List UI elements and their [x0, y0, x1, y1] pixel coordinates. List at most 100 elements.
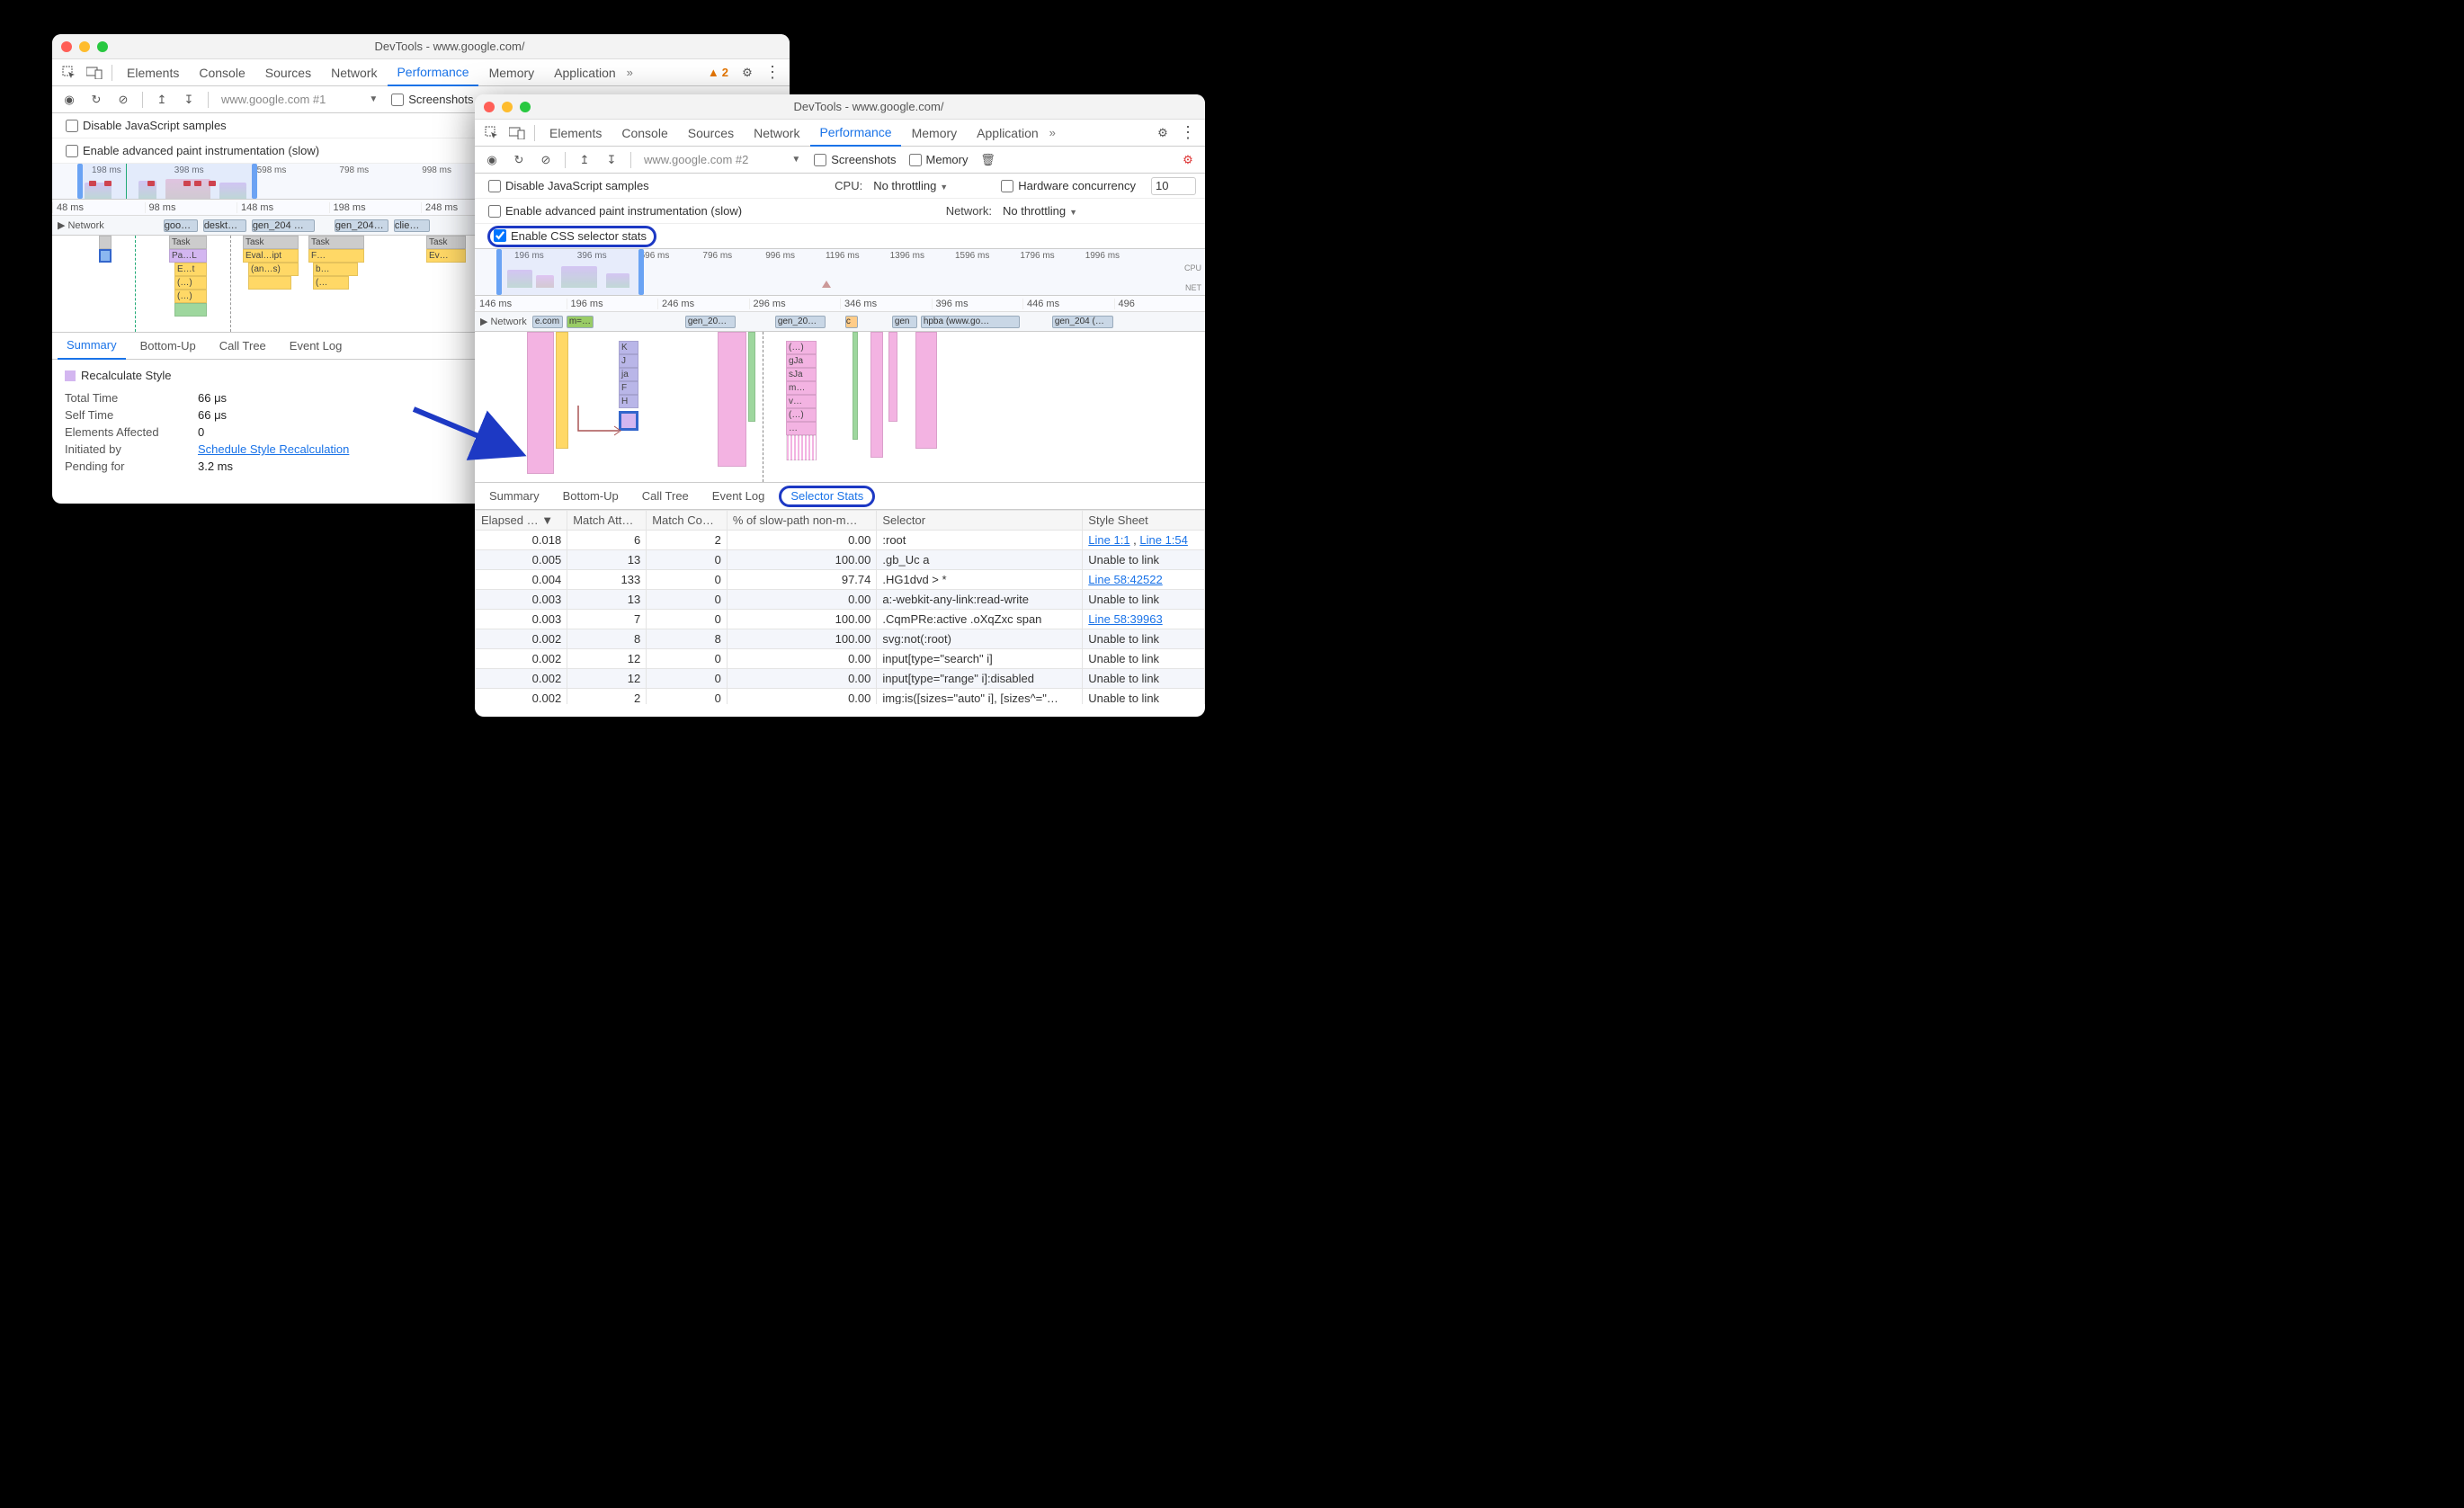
upload-icon[interactable]: ↥ — [150, 90, 174, 110]
tab-application[interactable]: Application — [968, 120, 1048, 147]
col-selector[interactable]: Selector — [877, 511, 1083, 531]
tab-elements[interactable]: Elements — [540, 120, 611, 147]
initiated-by-link[interactable]: Schedule Style Recalculation — [198, 442, 349, 456]
inspect-icon[interactable] — [480, 123, 504, 143]
tab-summary[interactable]: Summary — [58, 333, 126, 360]
table-row[interactable]: 0.0021200.00input[type="range" i]:disabl… — [476, 669, 1205, 689]
tab-console[interactable]: Console — [612, 120, 676, 147]
net-seg[interactable]: deskt… — [203, 219, 246, 232]
tab-sources[interactable]: Sources — [679, 120, 743, 147]
warnings-badge[interactable]: ▲ 2 — [702, 66, 734, 79]
tab-memory[interactable]: Memory — [480, 59, 544, 86]
tab-network[interactable]: Network — [745, 120, 808, 147]
gear-icon[interactable]: ⚙ — [1151, 123, 1174, 143]
cpu-throttle-select[interactable]: No throttling — [873, 179, 948, 192]
reload-icon[interactable]: ↻ — [85, 90, 108, 110]
net-seg[interactable]: gen_204… — [335, 219, 388, 232]
upload-icon[interactable]: ↥ — [573, 150, 596, 170]
tab-performance[interactable]: Performance — [810, 120, 900, 147]
tab-call-tree[interactable]: Call Tree — [633, 483, 698, 510]
adv-paint-checkbox[interactable]: Enable advanced paint instrumentation (s… — [484, 204, 746, 218]
recording-select[interactable]: www.google.com #1▼ — [216, 93, 383, 106]
tab-network[interactable]: Network — [322, 59, 386, 86]
minimize-icon[interactable] — [502, 102, 513, 112]
network-track[interactable]: ▶ Network e.com m=… gen_20… gen_20… c ge… — [475, 312, 1205, 332]
screenshots-checkbox[interactable]: Screenshots — [809, 153, 900, 166]
col-style-sheet[interactable]: Style Sheet — [1083, 511, 1205, 531]
titlebar[interactable]: DevTools - www.google.com/ — [475, 94, 1205, 120]
col-elapsed[interactable]: Elapsed … ▼ — [476, 511, 567, 531]
tab-call-tree[interactable]: Call Tree — [210, 333, 275, 360]
table-row[interactable]: 0.0031300.00a:-webkit-any-link:read-writ… — [476, 590, 1205, 610]
tab-selector-stats[interactable]: Selector Stats — [779, 486, 875, 507]
net-seg[interactable]: clie… — [394, 219, 430, 232]
stylesheet-link[interactable]: Line 1:54 — [1139, 533, 1188, 547]
trash-icon[interactable]: 🗑 — [976, 150, 999, 170]
tab-sources[interactable]: Sources — [256, 59, 320, 86]
timeline-overview[interactable]: 196 ms 396 ms 596 ms 796 ms 996 ms 1196 … — [475, 249, 1205, 296]
record-icon[interactable]: ◉ — [480, 150, 504, 170]
css-selector-stats-checkbox[interactable]: Enable CSS selector stats — [494, 229, 647, 243]
tab-elements[interactable]: Elements — [118, 59, 188, 86]
col-match-count[interactable]: Match Co… — [647, 511, 728, 531]
tab-bottom-up[interactable]: Bottom-Up — [131, 333, 205, 360]
device-toggle-icon[interactable] — [83, 63, 106, 83]
table-row[interactable]: 0.004133097.74.HG1dvd > *Line 58:42522 — [476, 570, 1205, 590]
tab-event-log[interactable]: Event Log — [703, 483, 774, 510]
clear-icon[interactable]: ⊘ — [112, 90, 135, 110]
tab-memory[interactable]: Memory — [903, 120, 967, 147]
inspect-icon[interactable] — [58, 63, 81, 83]
clear-icon[interactable]: ⊘ — [534, 150, 558, 170]
table-row[interactable]: 0.00288100.00svg:not(:root)Unable to lin… — [476, 629, 1205, 649]
download-icon[interactable]: ↧ — [177, 90, 201, 110]
stylesheet-link[interactable]: Line 58:39963 — [1088, 612, 1162, 626]
tab-bottom-up[interactable]: Bottom-Up — [554, 483, 628, 510]
gear-icon[interactable]: ⚙ — [736, 63, 759, 83]
flame-ruler[interactable]: 146 ms196 ms246 ms296 ms 346 ms396 ms446… — [475, 296, 1205, 312]
table-row[interactable]: 0.002200.00img:is([sizes="auto" i], [siz… — [476, 689, 1205, 705]
tab-application[interactable]: Application — [545, 59, 625, 86]
device-toggle-icon[interactable] — [505, 123, 529, 143]
kebab-menu-icon[interactable]: ⋮ — [1176, 123, 1200, 142]
hw-concurrency-input[interactable]: 10 — [1151, 177, 1196, 195]
adv-paint-checkbox[interactable]: Enable advanced paint instrumentation (s… — [61, 144, 324, 157]
minimize-icon[interactable] — [79, 41, 90, 52]
screenshots-checkbox[interactable]: Screenshots — [387, 93, 478, 106]
table-row[interactable]: 0.018620.00:rootLine 1:1 , Line 1:54 — [476, 531, 1205, 550]
css-selector-stats-highlight: Enable CSS selector stats — [487, 226, 656, 247]
col-slow-path[interactable]: % of slow-path non-m… — [727, 511, 877, 531]
capture-settings-icon[interactable]: ⚙ — [1176, 150, 1200, 170]
memory-checkbox[interactable]: Memory — [905, 153, 973, 166]
close-icon[interactable] — [484, 102, 495, 112]
stylesheet-link[interactable]: Line 1:1 — [1088, 533, 1129, 547]
kebab-menu-icon[interactable]: ⋮ — [761, 63, 784, 82]
more-tabs-icon[interactable]: » — [627, 66, 633, 79]
titlebar[interactable]: DevTools - www.google.com/ — [52, 34, 790, 59]
tab-performance[interactable]: Performance — [388, 59, 478, 86]
zoom-icon[interactable] — [520, 102, 531, 112]
tab-event-log[interactable]: Event Log — [281, 333, 352, 360]
col-match-attempts[interactable]: Match Att… — [567, 511, 647, 531]
disable-js-checkbox[interactable]: Disable JavaScript samples — [61, 119, 231, 132]
table-row[interactable]: 0.005130100.00.gb_Uc aUnable to link — [476, 550, 1205, 570]
zoom-icon[interactable] — [97, 41, 108, 52]
net-seg[interactable]: gen_204 … — [252, 219, 315, 232]
net-seg[interactable]: goo… — [164, 219, 198, 232]
table-row[interactable]: 0.0021200.00input[type="search" i]Unable… — [476, 649, 1205, 669]
reload-icon[interactable]: ↻ — [507, 150, 531, 170]
selector-stats-table[interactable]: Elapsed … ▼ Match Att… Match Co… % of sl… — [475, 510, 1205, 704]
download-icon[interactable]: ↧ — [600, 150, 623, 170]
record-icon[interactable]: ◉ — [58, 90, 81, 110]
tab-console[interactable]: Console — [190, 59, 254, 86]
network-throttle-select[interactable]: No throttling — [1003, 204, 1077, 218]
disable-js-checkbox[interactable]: Disable JavaScript samples — [484, 179, 654, 192]
more-tabs-icon[interactable]: » — [1049, 126, 1056, 139]
table-row[interactable]: 0.00370100.00.CqmPRe:active .oXqZxc span… — [476, 610, 1205, 629]
close-icon[interactable] — [61, 41, 72, 52]
selection-handle[interactable] — [638, 249, 644, 295]
flame-chart[interactable]: K J ja F H (…) gJa sJa m… v… (…) … — [475, 332, 1205, 483]
tab-summary[interactable]: Summary — [480, 483, 549, 510]
recording-select[interactable]: www.google.com #2▼ — [638, 153, 806, 166]
hw-concurrency-checkbox[interactable]: Hardware concurrency — [996, 179, 1140, 192]
stylesheet-link[interactable]: Line 58:42522 — [1088, 573, 1162, 586]
